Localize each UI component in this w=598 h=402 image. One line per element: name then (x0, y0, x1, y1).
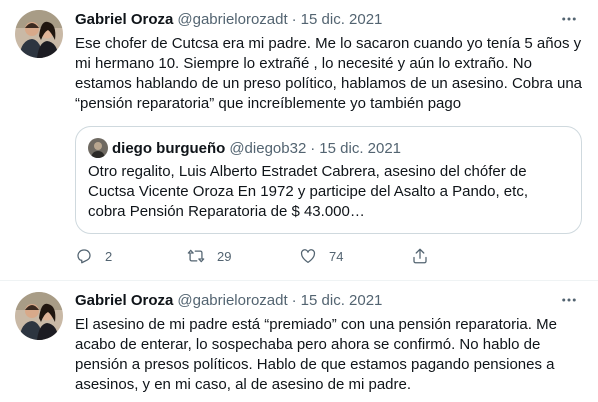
quoted-tweet-header: diego burgueño @diegob32 · 15 dic. 2021 (88, 138, 569, 158)
reply-button[interactable]: 2 (75, 246, 187, 266)
share-icon (413, 248, 427, 264)
like-icon (300, 249, 316, 264)
reply-icon (77, 249, 91, 264)
retweet-count: 29 (217, 248, 232, 264)
tweet-date[interactable]: 15 dic. 2021 (301, 291, 383, 311)
tweet-date[interactable]: 15 dic. 2021 (301, 10, 383, 30)
more-icon[interactable] (556, 8, 582, 30)
tweet-text: Ese chofer de Cutcsa era mi padre. Me lo… (75, 35, 587, 112)
retweet-icon (187, 249, 205, 263)
like-count: 74 (329, 248, 344, 264)
avatar[interactable] (15, 292, 63, 340)
display-name[interactable]: Gabriel Oroza (75, 291, 173, 311)
tweet-actions: 2 29 74 (75, 246, 515, 266)
quoted-tweet[interactable]: diego burgueño @diegob32 · 15 dic. 2021 … (75, 126, 582, 234)
reply-count: 2 (105, 248, 113, 264)
quoted-separator-dot: · (310, 139, 316, 157)
quoted-tweet-date: 15 dic. 2021 (319, 139, 402, 157)
share-button[interactable] (411, 246, 429, 266)
retweet-button[interactable]: 29 (187, 246, 299, 266)
display-name[interactable]: Gabriel Oroza (75, 10, 173, 30)
user-handle[interactable]: @gabrielorozadt (177, 10, 287, 30)
separator-dot: · (291, 11, 297, 28)
quoted-tweet-text: Otro regalito, Luis Alberto Estradet Cab… (88, 163, 533, 220)
avatar[interactable] (15, 10, 63, 58)
more-icon[interactable] (556, 289, 582, 311)
quoted-user-handle: @diegob32 (229, 139, 307, 157)
tweet-header: Gabriel Oroza @gabrielorozadt · 15 dic. … (75, 10, 582, 30)
user-handle[interactable]: @gabrielorozadt (177, 291, 287, 311)
separator-dot: · (291, 292, 297, 309)
quoted-avatar (88, 138, 108, 158)
quoted-display-name: diego burgueño (112, 139, 226, 157)
tweet[interactable]: Gabriel Oroza @gabrielorozadt · 15 dic. … (0, 0, 598, 281)
tweet-header: Gabriel Oroza @gabrielorozadt · 15 dic. … (75, 291, 582, 311)
tweet-text: El asesino de mi padre está “premiado” c… (75, 316, 562, 393)
tweet[interactable]: Gabriel Oroza @gabrielorozadt · 15 dic. … (0, 281, 598, 402)
like-button[interactable]: 74 (299, 246, 411, 266)
